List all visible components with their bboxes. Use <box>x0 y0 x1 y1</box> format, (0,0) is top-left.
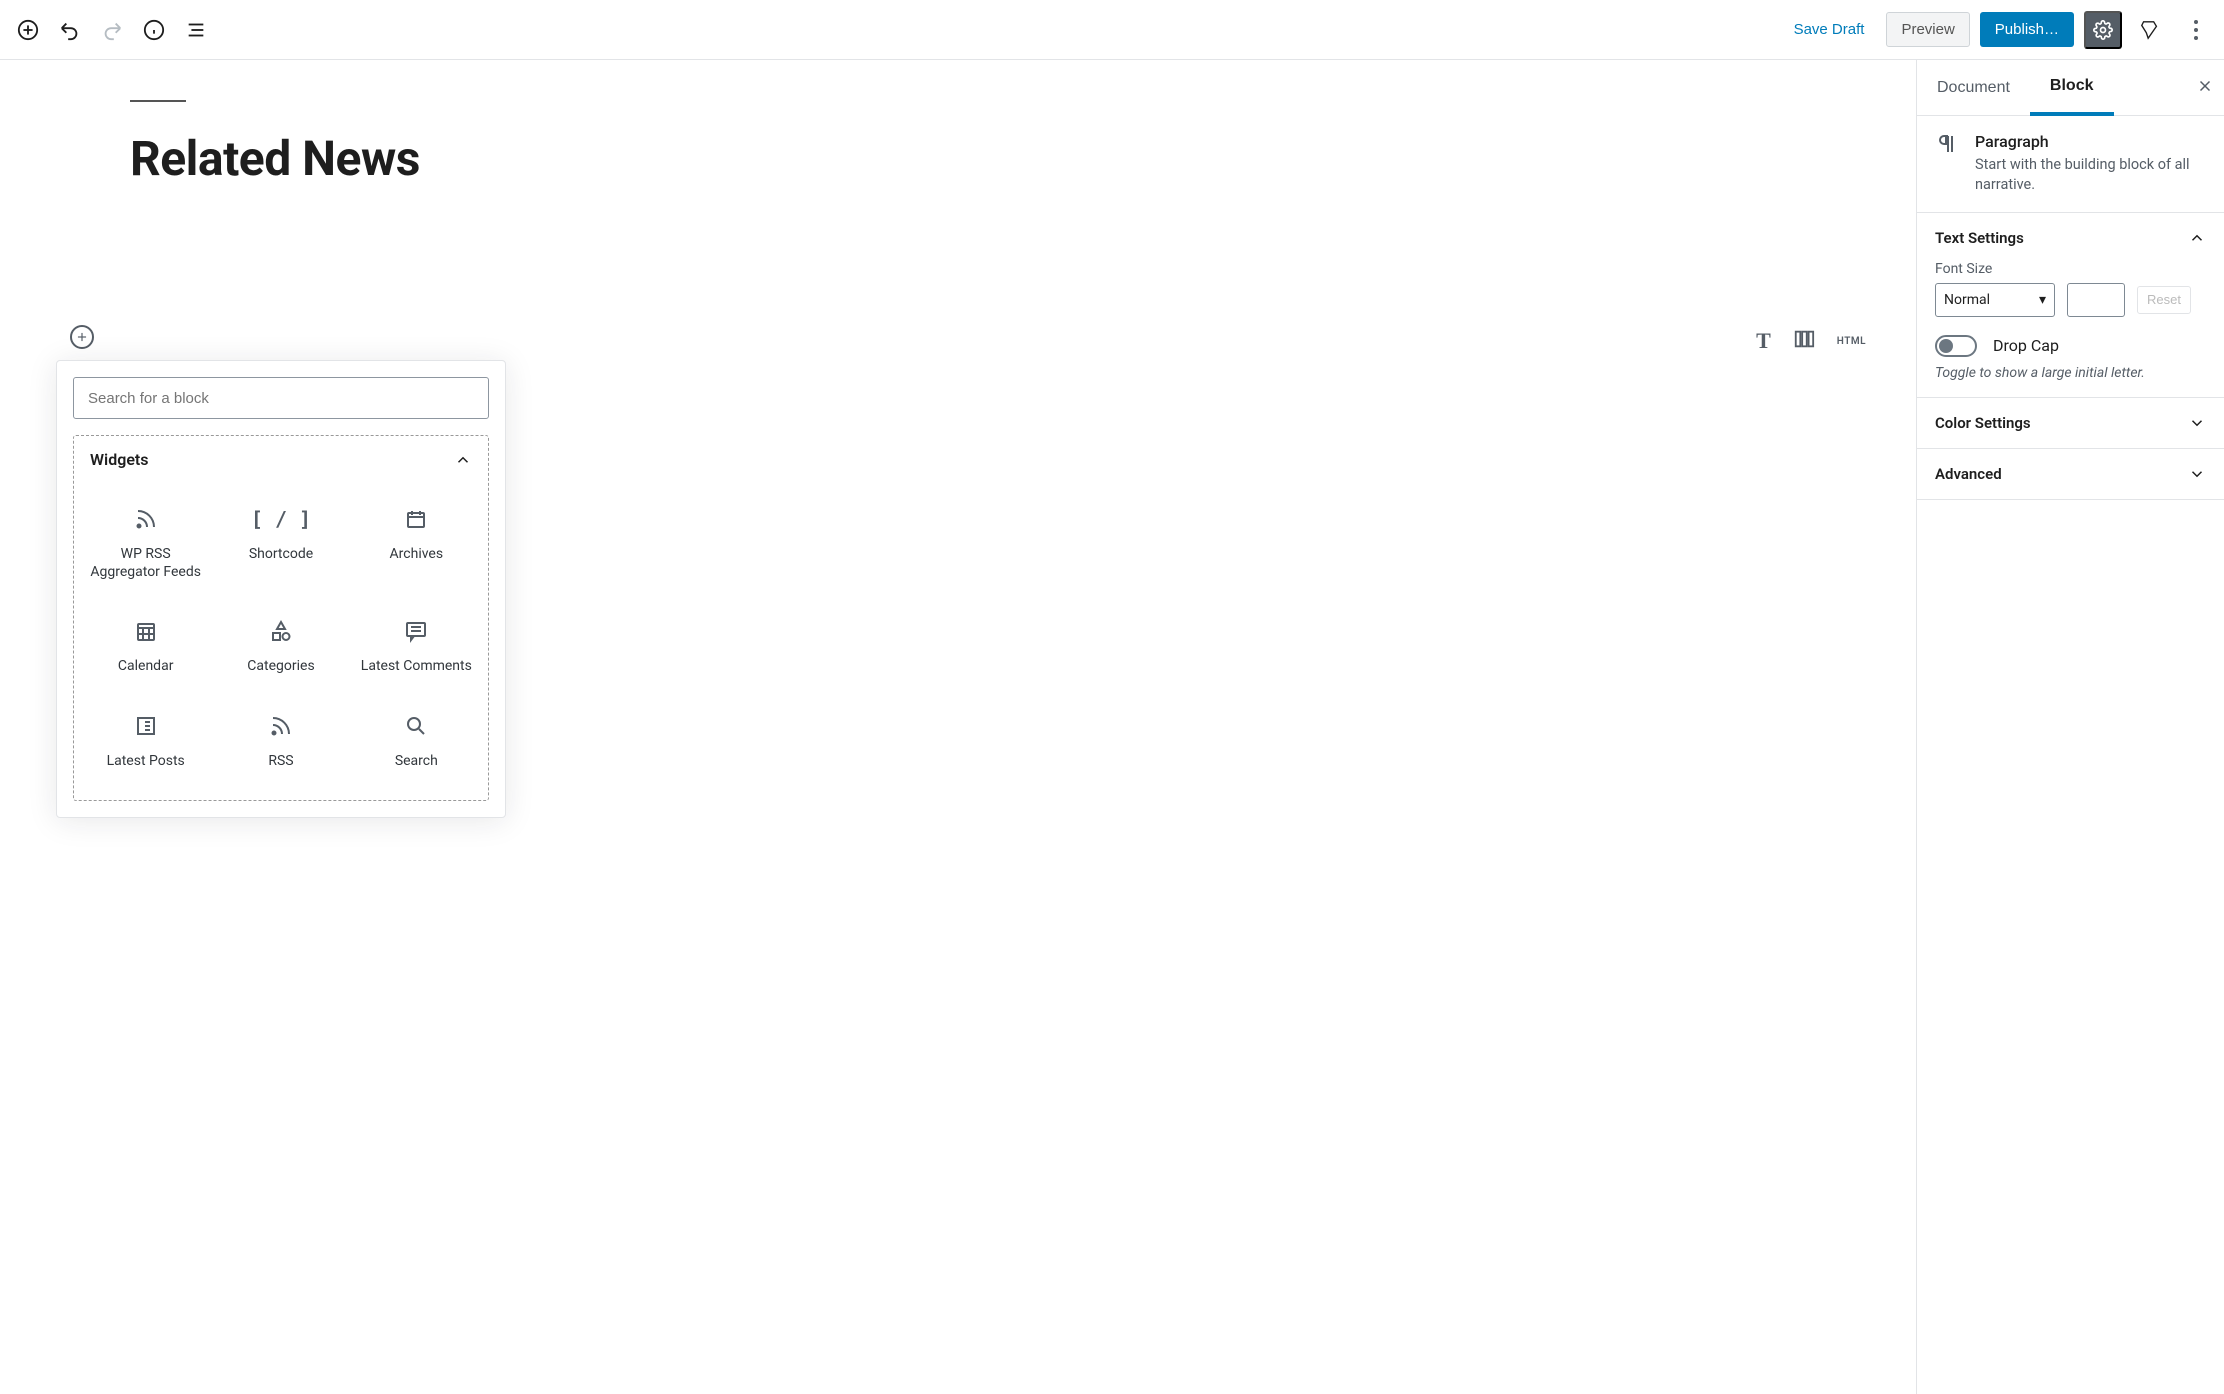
preview-button[interactable]: Preview <box>1886 12 1969 47</box>
block-item-calendar[interactable]: Calendar <box>82 603 209 689</box>
comment-icon <box>404 617 428 645</box>
title-block: Related News <box>130 100 1876 187</box>
font-size-reset-button[interactable]: Reset <box>2137 286 2191 314</box>
rss-icon <box>269 712 293 740</box>
paragraph-icon <box>1935 132 1959 196</box>
text-format-icon[interactable]: T <box>1756 328 1771 354</box>
more-options-button[interactable] <box>2178 20 2214 40</box>
font-size-select[interactable]: Normal ▾ <box>1935 283 2055 317</box>
text-settings-header[interactable]: Text Settings <box>1935 229 2206 247</box>
yoast-icon[interactable] <box>2132 12 2168 48</box>
settings-gear-button[interactable] <box>2084 11 2122 49</box>
block-search-input[interactable] <box>73 377 489 419</box>
color-settings-header[interactable]: Color Settings <box>1935 414 2206 432</box>
block-info-title: Paragraph <box>1975 132 2206 151</box>
publish-button[interactable]: Publish… <box>1980 12 2074 47</box>
block-item-archives[interactable]: Archives <box>353 491 480 595</box>
color-settings-panel: Color Settings <box>1917 398 2224 449</box>
font-size-number-input[interactable] <box>2067 283 2125 317</box>
widgets-category-panel: Widgets WP RSS Aggregator Feeds [ / ] Sh… <box>73 435 489 801</box>
widgets-grid: WP RSS Aggregator Feeds [ / ] Shortcode … <box>74 483 488 800</box>
posts-icon <box>134 712 158 740</box>
add-block-toolbar-button[interactable] <box>10 12 46 48</box>
color-settings-title: Color Settings <box>1935 414 2031 432</box>
add-block-inline-button[interactable] <box>70 325 94 349</box>
block-item-shortcode[interactable]: [ / ] Shortcode <box>217 491 344 595</box>
chevron-down-icon <box>2188 414 2206 432</box>
block-item-label: Archives <box>390 545 444 563</box>
settings-sidebar: Document Block Paragraph Start with the … <box>1916 60 2224 1394</box>
tab-document[interactable]: Document <box>1917 60 2030 115</box>
font-size-value: Normal <box>1944 292 1990 308</box>
block-item-label: RSS <box>268 752 293 770</box>
info-button[interactable] <box>136 12 172 48</box>
block-item-label: WP RSS Aggregator Feeds <box>88 545 203 581</box>
right-actions-group: Save Draft Preview Publish… <box>1782 11 2214 49</box>
block-item-label: Categories <box>247 657 314 675</box>
left-tools-group <box>10 12 214 48</box>
block-item-wp-rss-aggregator[interactable]: WP RSS Aggregator Feeds <box>82 491 209 595</box>
text-settings-title: Text Settings <box>1935 229 2024 247</box>
tab-block[interactable]: Block <box>2030 60 2114 116</box>
search-icon <box>404 712 428 740</box>
block-info-desc: Start with the building block of all nar… <box>1975 155 2206 196</box>
title-divider <box>130 100 186 102</box>
drop-cap-label: Drop Cap <box>1993 336 2059 355</box>
widgets-category-header[interactable]: Widgets <box>74 436 488 483</box>
rss-icon <box>134 505 158 533</box>
close-sidebar-button[interactable] <box>2196 77 2214 98</box>
block-inserter-popup: Widgets WP RSS Aggregator Feeds [ / ] Sh… <box>56 360 506 818</box>
block-item-label: Latest Posts <box>107 752 185 770</box>
text-settings-panel: Text Settings Font Size Normal ▾ Reset D… <box>1917 213 2224 398</box>
chevron-up-icon <box>2188 229 2206 247</box>
html-label[interactable]: HTML <box>1837 336 1866 347</box>
drop-cap-toggle[interactable] <box>1935 335 1977 357</box>
dropdown-arrow-icon: ▾ <box>2039 292 2046 308</box>
block-item-latest-posts[interactable]: Latest Posts <box>82 698 209 784</box>
font-size-label: Font Size <box>1935 261 2206 277</box>
main-layout: Related News T HTML Widgets <box>0 60 2224 1394</box>
sidebar-tabs: Document Block <box>1917 60 2224 116</box>
chevron-up-icon <box>454 451 472 469</box>
block-item-label: Search <box>395 752 438 770</box>
block-format-toolbar: T HTML <box>1756 328 1866 354</box>
save-draft-button[interactable]: Save Draft <box>1782 13 1877 46</box>
editor-canvas: Related News T HTML Widgets <box>0 60 1916 1394</box>
undo-button[interactable] <box>52 12 88 48</box>
advanced-title: Advanced <box>1935 465 2002 483</box>
advanced-header[interactable]: Advanced <box>1935 465 2206 483</box>
block-item-categories[interactable]: Categories <box>217 603 344 689</box>
top-toolbar: Save Draft Preview Publish… <box>0 0 2224 60</box>
calendar-icon <box>134 617 158 645</box>
block-info-panel: Paragraph Start with the building block … <box>1917 116 2224 213</box>
page-title[interactable]: Related News <box>130 130 1876 187</box>
widgets-category-label: Widgets <box>90 450 149 469</box>
block-item-label: Calendar <box>118 657 174 675</box>
block-item-label: Shortcode <box>249 545 313 563</box>
block-item-search[interactable]: Search <box>353 698 480 784</box>
chevron-down-icon <box>2188 465 2206 483</box>
redo-button[interactable] <box>94 12 130 48</box>
advanced-panel: Advanced <box>1917 449 2224 500</box>
outline-button[interactable] <box>178 12 214 48</box>
block-item-rss[interactable]: RSS <box>217 698 344 784</box>
block-item-latest-comments[interactable]: Latest Comments <box>353 603 480 689</box>
block-item-label: Latest Comments <box>361 657 472 675</box>
categories-icon <box>269 617 293 645</box>
archive-icon <box>404 505 428 533</box>
shortcode-icon: [ / ] <box>251 505 311 533</box>
drop-cap-note: Toggle to show a large initial letter. <box>1935 365 2206 381</box>
columns-icon[interactable] <box>1793 328 1815 354</box>
